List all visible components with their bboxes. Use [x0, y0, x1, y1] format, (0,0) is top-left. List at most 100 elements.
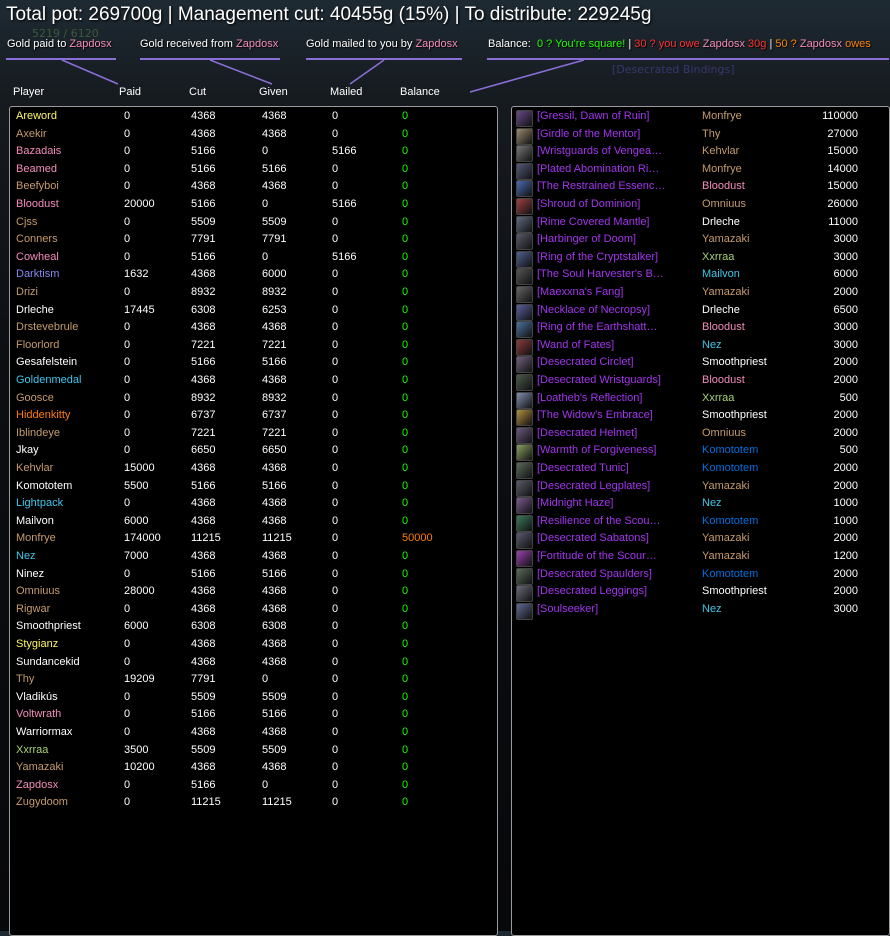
table-row[interactable]: Komototem 5500 5166 5166 0 0 [10, 480, 490, 498]
table-row[interactable]: Sundancekid 0 4368 4368 0 0 [10, 656, 490, 674]
item-link[interactable]: [Rime Covered Mantle] [537, 216, 650, 228]
table-row[interactable]: Areword 0 4368 4368 0 0 [10, 110, 490, 128]
column-header-2[interactable]: Cut [189, 86, 206, 98]
table-row[interactable]: Omniuus 28000 4368 4368 0 0 [10, 585, 490, 603]
item-link[interactable]: [The Soul Harvester's B… [537, 268, 664, 280]
table-row[interactable]: Bazadais 0 5166 0 5166 0 [10, 145, 490, 163]
list-item[interactable]: [Desecrated Tunic] Komototem 2000 [512, 462, 884, 480]
list-item[interactable]: [Desecrated Helmet] Omniuus 2000 [512, 426, 884, 445]
table-row[interactable]: Smoothpriest 6000 6308 6308 0 0 [10, 620, 490, 638]
table-row[interactable]: Monfrye 174000 11215 11215 0 50000 [10, 532, 490, 550]
list-item[interactable]: [The Widow's Embrace] Smoothpriest 2000 [512, 409, 884, 427]
item-link[interactable]: [The Widow's Embrace] [537, 409, 653, 421]
table-row[interactable]: Thy 19209 7791 0 0 0 [10, 673, 490, 691]
item-link[interactable]: [Gressil, Dawn of Ruin] [537, 110, 649, 122]
list-item[interactable]: [Shroud of Dominion] Omniuus 26000 [512, 198, 884, 216]
list-item[interactable]: [Warmth of Forgiveness] Komototem 500 [512, 444, 884, 462]
table-row[interactable]: Cowheal 0 5166 0 5166 0 [10, 251, 490, 269]
item-link[interactable]: [Desecrated Leggings] [537, 585, 647, 597]
table-row[interactable]: Darktism 1632 4368 6000 0 0 [10, 268, 490, 286]
list-item[interactable]: [Desecrated Circlet] Smoothpriest 2000 [512, 356, 884, 374]
column-header-3[interactable]: Given [259, 86, 288, 98]
column-header-0[interactable]: Player [13, 86, 44, 98]
item-link[interactable]: [Fortitude of the Scour… [537, 550, 657, 562]
item-link[interactable]: [Ring of the Earthshatt… [537, 321, 657, 333]
loot-panel[interactable]: [Gressil, Dawn of Ruin] Monfrye 110000 [Gir… [511, 106, 890, 936]
item-link[interactable]: [Warmth of Forgiveness] [537, 444, 656, 456]
column-header-4[interactable]: Mailed [330, 86, 362, 98]
item-link[interactable]: [Desecrated Circlet] [537, 356, 634, 368]
list-item[interactable]: [Desecrated Spaulders] Komototem 2000 [512, 567, 884, 586]
table-row[interactable]: Goosce 0 8932 8932 0 0 [10, 392, 490, 410]
table-row[interactable]: Hiddenkitty 0 6737 6737 0 0 [10, 409, 490, 427]
item-link[interactable]: [Shroud of Dominion] [537, 198, 640, 210]
table-row[interactable]: Stygianz 0 4368 4368 0 0 [10, 638, 490, 656]
list-item[interactable]: [Maexxna's Fang] Yamazaki 2000 [512, 286, 884, 304]
table-row[interactable]: Cjss 0 5509 5509 0 0 [10, 216, 490, 234]
item-link[interactable]: [Desecrated Wristguards] [537, 374, 661, 386]
table-row[interactable]: Gesafelstein 0 5166 5166 0 0 [10, 356, 490, 374]
table-row[interactable]: Floorlord 0 7221 7221 0 0 [10, 339, 490, 357]
table-row[interactable]: Iblindeye 0 7221 7221 0 0 [10, 427, 490, 445]
table-row[interactable]: Kehvlar 15000 4368 4368 0 0 [10, 462, 490, 480]
table-row[interactable]: Mailvon 6000 4368 4368 0 0 [10, 515, 490, 533]
table-row[interactable]: Voltwrath 0 5166 5166 0 0 [10, 708, 490, 726]
item-link[interactable]: [Loatheb's Reflection] [537, 392, 642, 404]
table-row[interactable]: Vladikús 0 5509 5509 0 0 [10, 691, 490, 709]
table-row[interactable]: Zugydoom 0 11215 11215 0 0 [10, 796, 490, 814]
item-link[interactable]: [Soulseeker] [537, 603, 598, 615]
table-row[interactable]: Conners 0 7791 7791 0 0 [10, 233, 490, 251]
list-item[interactable]: [The Soul Harvester's B… Mailvon 6000 [512, 268, 884, 286]
item-link[interactable]: [Resilience of the Scou… [537, 515, 661, 527]
item-link[interactable]: [Desecrated Tunic] [537, 462, 629, 474]
item-link[interactable]: [Desecrated Helmet] [537, 427, 637, 439]
list-item[interactable]: [Rime Covered Mantle] Drleche 11000 [512, 215, 884, 234]
table-row[interactable]: Beefyboi 0 4368 4368 0 0 [10, 180, 490, 198]
list-item[interactable]: [Girdle of the Mentor] Thy 27000 [512, 127, 884, 146]
table-row[interactable]: Rigwar 0 4368 4368 0 0 [10, 603, 490, 621]
list-item[interactable]: [Desecrated Sabatons] Yamazaki 2000 [512, 532, 884, 550]
list-item[interactable]: [Necklace of Necropsy] Drleche 6500 [512, 303, 884, 322]
list-item[interactable]: [Soulseeker] Nez 3000 [512, 602, 884, 621]
list-item[interactable]: [Wristguards of Vengea… Kehvlar 15000 [512, 145, 884, 163]
table-row[interactable]: Drstevebrule 0 4368 4368 0 0 [10, 321, 490, 339]
item-link[interactable]: [Girdle of the Mentor] [537, 128, 640, 140]
table-row[interactable]: Lightpack 0 4368 4368 0 0 [10, 497, 490, 515]
table-row[interactable]: Beamed 0 5166 5166 0 0 [10, 163, 490, 181]
table-row[interactable]: Bloodust 20000 5166 0 5166 0 [10, 198, 490, 216]
item-link[interactable]: [Desecrated Legplates] [537, 480, 650, 492]
list-item[interactable]: [Ring of the Cryptstalker] Xxrraa 3000 [512, 250, 884, 269]
table-row[interactable]: Goldenmedal 0 4368 4368 0 0 [10, 374, 490, 392]
list-item[interactable]: [The Restrained Essenc… Bloodust 15000 [512, 180, 884, 198]
list-item[interactable]: [Plated Abomination Ri… Monfrye 14000 [512, 162, 884, 181]
table-row[interactable]: Axekir 0 4368 4368 0 0 [10, 128, 490, 146]
list-item[interactable]: [Desecrated Wristguards] Bloodust 2000 [512, 374, 884, 392]
list-item[interactable]: [Resilience of the Scou… Komototem 1000 [512, 514, 884, 533]
item-link[interactable]: [Plated Abomination Ri… [537, 163, 659, 175]
list-item[interactable]: [Fortitude of the Scour… Yamazaki 1200 [512, 550, 884, 568]
item-link[interactable]: [Desecrated Spaulders] [537, 568, 652, 580]
table-row[interactable]: Jkay 0 6650 6650 0 0 [10, 444, 490, 462]
table-row[interactable]: Drizi 0 8932 8932 0 0 [10, 286, 490, 304]
list-item[interactable]: [Midnight Haze] Nez 1000 [512, 497, 884, 515]
table-row[interactable]: Drleche 17445 6308 6253 0 0 [10, 304, 490, 322]
item-link[interactable]: [Midnight Haze] [537, 497, 613, 509]
table-row[interactable]: Warriormax 0 4368 4368 0 0 [10, 726, 490, 744]
list-item[interactable]: [Desecrated Legplates] Yamazaki 2000 [512, 479, 884, 498]
players-panel[interactable]: Areword 0 4368 4368 0 0 Axekir 0 4368 4368 0 0 Bazad… [9, 106, 498, 936]
table-row[interactable]: Zapdosx 0 5166 0 0 0 [10, 779, 490, 797]
list-item[interactable]: [Gressil, Dawn of Ruin] Monfrye 110000 [512, 110, 884, 128]
item-link[interactable]: [Wand of Fates] [537, 339, 614, 351]
item-link[interactable]: [Ring of the Cryptstalker] [537, 251, 658, 263]
list-item[interactable]: [Wand of Fates] Nez 3000 [512, 338, 884, 357]
list-item[interactable]: [Loatheb's Reflection] Xxrraa 500 [512, 391, 884, 410]
column-header-1[interactable]: Paid [119, 86, 141, 98]
table-row[interactable]: Yamazaki 10200 4368 4368 0 0 [10, 761, 490, 779]
item-link[interactable]: [Harbinger of Doom] [537, 233, 636, 245]
item-link[interactable]: [Wristguards of Vengea… [537, 145, 662, 157]
list-item[interactable]: [Desecrated Leggings] Smoothpriest 2000 [512, 585, 884, 603]
item-link[interactable]: [Necklace of Necropsy] [537, 304, 650, 316]
list-item[interactable]: [Ring of the Earthshatt… Bloodust 3000 [512, 321, 884, 339]
table-row[interactable]: Xxrraa 3500 5509 5509 0 0 [10, 744, 490, 762]
table-row[interactable]: Ninez 0 5166 5166 0 0 [10, 568, 490, 586]
